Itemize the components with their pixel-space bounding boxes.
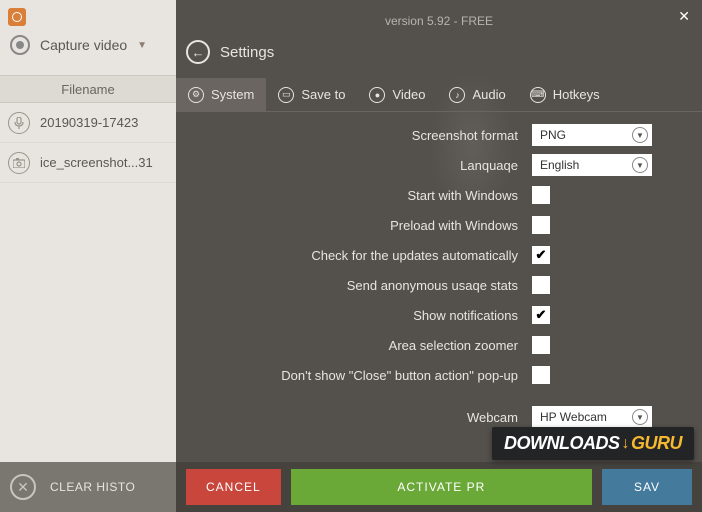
left-bottom-bar: ✕ CLEAR HISTO xyxy=(0,462,176,512)
camera-icon xyxy=(8,152,30,174)
tab-label: System xyxy=(211,87,254,102)
tab-system[interactable]: ⚙ System xyxy=(176,78,266,111)
webcam-label: Webcam xyxy=(206,410,532,425)
settings-title: Settings xyxy=(220,44,274,61)
tab-label: Video xyxy=(392,87,425,102)
chevron-down-icon: ▼ xyxy=(632,127,648,143)
select-value: PNG xyxy=(540,128,566,142)
cancel-button[interactable]: CANCEL xyxy=(186,469,281,505)
preload-windows-label: Preload with Windows xyxy=(206,218,532,233)
tab-audio[interactable]: ♪ Audio xyxy=(437,78,517,111)
preload-windows-checkbox[interactable] xyxy=(532,216,550,234)
file-list: 20190319-17423 ice_screenshot...31 xyxy=(0,103,176,183)
left-panel: Capture video ▼ Filename 20190319-17423 … xyxy=(0,0,176,512)
tab-save-to[interactable]: ▭ Save to xyxy=(266,78,357,111)
watermark-text-guru: GURU xyxy=(631,433,682,454)
settings-form: Screenshot format PNG ▼ Lanquaqe English… xyxy=(176,120,702,432)
screenshot-format-select[interactable]: PNG ▼ xyxy=(532,124,652,146)
language-select[interactable]: English ▼ xyxy=(532,154,652,176)
app-logo-icon xyxy=(8,8,26,26)
area-zoomer-checkbox[interactable] xyxy=(532,336,550,354)
file-name: 20190319-17423 xyxy=(40,115,138,130)
version-label: version 5.92 - FREE xyxy=(176,14,702,28)
language-label: Lanquaqe xyxy=(206,158,532,173)
close-popup-checkbox[interactable] xyxy=(532,366,550,384)
record-icon xyxy=(10,35,30,55)
download-arrow-icon: ↓ xyxy=(622,435,630,453)
activate-pro-button[interactable]: ACTIVATE PR xyxy=(291,469,592,505)
close-icon[interactable]: ✕ xyxy=(678,8,690,25)
usage-stats-checkbox[interactable] xyxy=(532,276,550,294)
microphone-icon xyxy=(8,112,30,134)
watermark-text-downloads: DOWNLOADS xyxy=(504,433,620,454)
capture-mode-selector[interactable]: Capture video ▼ xyxy=(10,35,147,55)
start-windows-checkbox[interactable] xyxy=(532,186,550,204)
capture-mode-label: Capture video xyxy=(40,37,127,53)
folder-icon: ▭ xyxy=(278,87,294,103)
file-name: ice_screenshot...31 xyxy=(40,155,153,170)
list-item[interactable]: ice_screenshot...31 xyxy=(0,143,176,183)
chevron-down-icon: ▼ xyxy=(137,40,147,51)
webcam-select[interactable]: HP Webcam ▼ xyxy=(532,406,652,428)
clear-icon[interactable]: ✕ xyxy=(10,474,36,500)
check-updates-checkbox[interactable]: ✔ xyxy=(532,246,550,264)
start-windows-label: Start with Windows xyxy=(206,188,532,203)
save-button[interactable]: SAV xyxy=(602,469,692,505)
back-button[interactable]: ← xyxy=(186,40,210,64)
screenshot-format-label: Screenshot format xyxy=(206,128,532,143)
chevron-down-icon: ▼ xyxy=(632,409,648,425)
tab-video[interactable]: ● Video xyxy=(357,78,437,111)
chevron-down-icon: ▼ xyxy=(632,157,648,173)
audio-icon: ♪ xyxy=(449,87,465,103)
downloads-guru-watermark: DOWNLOADS ↓ GURU xyxy=(492,427,694,460)
tab-label: Audio xyxy=(472,87,505,102)
usage-stats-label: Send anonymous usaqe stats xyxy=(206,278,532,293)
tab-label: Hotkeys xyxy=(553,87,600,102)
close-popup-label: Don't show "Close" button action" pop-up xyxy=(206,368,532,383)
area-zoomer-label: Area selection zoomer xyxy=(206,338,532,353)
settings-tabs: ⚙ System ▭ Save to ● Video ♪ Audio ⌨ Hot… xyxy=(176,78,702,112)
keyboard-icon: ⌨ xyxy=(530,87,546,103)
notifications-label: Show notifications xyxy=(206,308,532,323)
list-item[interactable]: 20190319-17423 xyxy=(0,103,176,143)
check-updates-label: Check for the updates automatically xyxy=(206,248,532,263)
settings-header: ← Settings xyxy=(186,40,274,64)
select-value: HP Webcam xyxy=(540,410,607,424)
filename-column-header: Filename xyxy=(0,75,176,103)
settings-bottom-bar: CANCEL ACTIVATE PR SAV xyxy=(176,462,702,512)
video-icon: ● xyxy=(369,87,385,103)
select-value: English xyxy=(540,158,579,172)
notifications-checkbox[interactable]: ✔ xyxy=(532,306,550,324)
tab-hotkeys[interactable]: ⌨ Hotkeys xyxy=(518,78,612,111)
clear-history-button[interactable]: CLEAR HISTO xyxy=(50,480,135,494)
tab-label: Save to xyxy=(301,87,345,102)
gear-icon: ⚙ xyxy=(188,87,204,103)
